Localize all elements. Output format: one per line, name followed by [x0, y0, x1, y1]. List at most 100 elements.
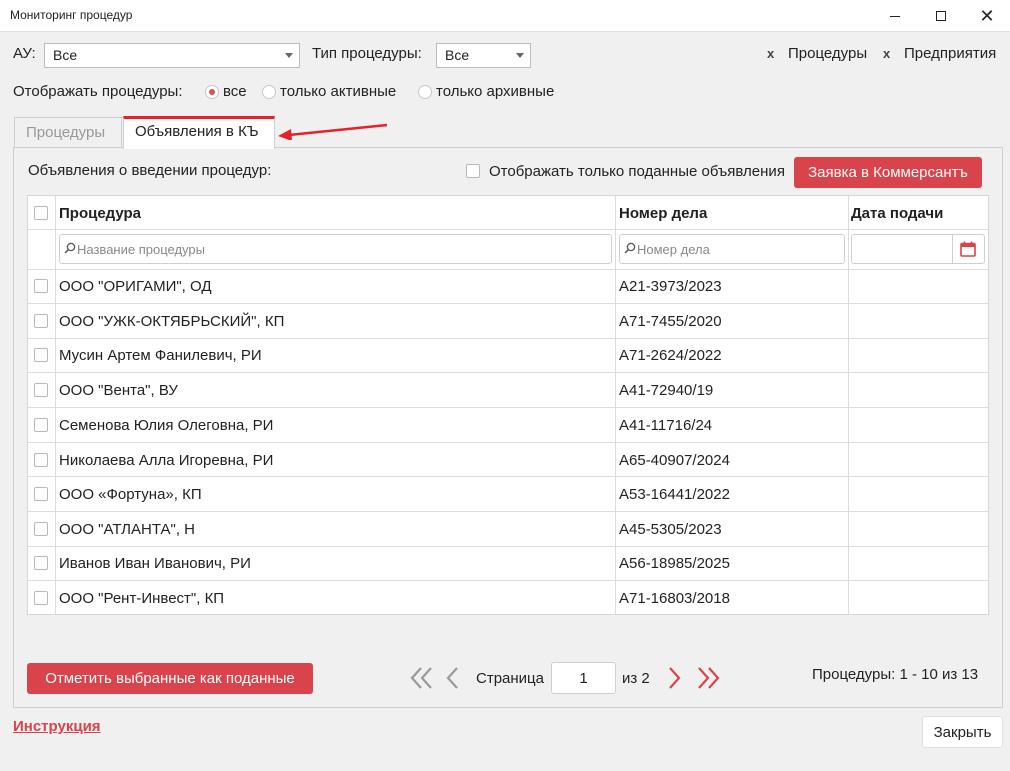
- case-number-cell: А21-3973/2023: [619, 278, 722, 295]
- row-divider: [28, 546, 988, 547]
- row-divider: [28, 407, 988, 408]
- maximize-button[interactable]: [918, 0, 964, 32]
- row-checkbox[interactable]: [34, 418, 48, 432]
- case-number-cell: А71-16803/2018: [619, 590, 730, 607]
- minimize-button[interactable]: [872, 0, 918, 32]
- header-divider: [28, 229, 988, 230]
- radio-archive-only-label[interactable]: только архивные: [436, 83, 554, 100]
- procedure-cell: ООО "Вента", ВУ: [59, 382, 178, 399]
- column-header-submit-date[interactable]: Дата подачи: [851, 205, 943, 222]
- column-divider: [848, 196, 849, 615]
- case-number-cell: А71-2624/2022: [619, 347, 722, 364]
- row-checkbox[interactable]: [34, 522, 48, 536]
- procedure-cell: ООО "ОРИГАМИ", ОД: [59, 278, 212, 295]
- search-icon: [64, 242, 76, 254]
- page-label: Страница: [476, 670, 544, 687]
- radio-archive-only[interactable]: [418, 85, 432, 99]
- first-page-icon[interactable]: [410, 665, 434, 691]
- row-divider: [28, 338, 988, 339]
- case-number-cell: А65-40907/2024: [619, 452, 730, 469]
- case-number-cell: А71-7455/2020: [619, 313, 722, 330]
- enterprises-filter-chip[interactable]: Предприятия: [904, 45, 996, 62]
- radio-all-label[interactable]: все: [223, 83, 247, 100]
- remove-enterprises-filter-icon[interactable]: x: [883, 46, 890, 61]
- row-checkbox[interactable]: [34, 556, 48, 570]
- only-submitted-checkbox[interactable]: [466, 164, 480, 178]
- procedure-cell: Мусин Артем Фанилевич, РИ: [59, 347, 262, 364]
- procedure-cell: ООО "Рент-Инвест", КП: [59, 590, 225, 607]
- kommersant-request-button[interactable]: Заявка в Коммерсантъ: [794, 157, 982, 188]
- row-checkbox[interactable]: [34, 383, 48, 397]
- records-summary: Процедуры: 1 - 10 из 13: [812, 666, 979, 683]
- instruction-link[interactable]: Инструкция: [13, 718, 101, 735]
- au-select[interactable]: Все: [44, 43, 300, 68]
- window-title: Мониторинг процедур: [10, 8, 133, 22]
- only-submitted-label[interactable]: Отображать только поданные объявления: [489, 163, 785, 180]
- column-divider: [615, 196, 616, 615]
- mark-submitted-button[interactable]: Отметить выбранные как поданные: [27, 663, 313, 694]
- chevron-down-icon: [285, 53, 293, 58]
- case-number-cell: А41-72940/19: [619, 382, 714, 399]
- row-checkbox[interactable]: [34, 487, 48, 501]
- window-titlebar: Мониторинг процедур ✕: [0, 0, 1010, 32]
- row-divider: [28, 372, 988, 373]
- row-checkbox[interactable]: [34, 314, 48, 328]
- column-header-case-number[interactable]: Номер дела: [619, 205, 707, 222]
- row-divider: [28, 303, 988, 304]
- announcements-table: Процедура Номер дела Дата подачи Названи…: [27, 195, 989, 615]
- procedure-type-select[interactable]: Все: [436, 43, 531, 68]
- procedure-filter-placeholder: Название процедуры: [77, 242, 205, 257]
- row-divider: [28, 511, 988, 512]
- minimize-icon: [890, 15, 900, 17]
- submit-date-filter-input[interactable]: [851, 234, 985, 264]
- next-page-icon[interactable]: [667, 665, 681, 691]
- chevron-down-icon: [516, 53, 524, 58]
- row-divider: [28, 476, 988, 477]
- row-checkbox[interactable]: [34, 348, 48, 362]
- case-number-cell: А56-18985/2025: [619, 555, 730, 572]
- procedure-cell: Иванов Иван Иванович, РИ: [59, 555, 251, 572]
- annotation-arrow-icon: [278, 123, 388, 140]
- au-label: АУ:: [13, 45, 36, 62]
- filter-row-divider: [28, 269, 988, 270]
- announcements-heading: Объявления о введении процедур:: [28, 162, 272, 179]
- case-number-cell: А53-16441/2022: [619, 486, 730, 503]
- search-icon: [624, 242, 636, 254]
- procedure-filter-input[interactable]: Название процедуры: [59, 234, 612, 264]
- au-select-value: Все: [53, 47, 78, 63]
- case-number-cell: А45-5305/2023: [619, 521, 722, 538]
- page-number-input[interactable]: 1: [551, 662, 616, 694]
- radio-all[interactable]: [205, 85, 219, 99]
- column-header-procedure[interactable]: Процедура: [59, 205, 141, 222]
- radio-active-only-label[interactable]: только активные: [280, 83, 396, 100]
- row-checkbox[interactable]: [34, 453, 48, 467]
- procedure-type-label: Тип процедуры:: [312, 45, 422, 62]
- row-divider: [28, 442, 988, 443]
- row-checkbox[interactable]: [34, 279, 48, 293]
- remove-procedures-filter-icon[interactable]: x: [767, 46, 774, 61]
- procedure-cell: ООО «Фортуна», КП: [59, 486, 202, 503]
- row-divider: [28, 580, 988, 581]
- select-all-checkbox[interactable]: [34, 206, 48, 220]
- calendar-icon[interactable]: [960, 241, 976, 257]
- case-number-cell: А41-11716/24: [619, 417, 713, 434]
- page-of-label: из 2: [622, 670, 650, 687]
- column-divider: [55, 196, 56, 615]
- procedure-cell: Семенова Юлия Олеговна, РИ: [59, 417, 274, 434]
- close-icon: ✕: [979, 5, 995, 26]
- last-page-icon[interactable]: [696, 665, 720, 691]
- tab-kommersant-announcements[interactable]: Объявления в КЪ: [123, 116, 275, 149]
- maximize-icon: [936, 11, 946, 21]
- radio-active-only[interactable]: [262, 85, 276, 99]
- previous-page-icon[interactable]: [446, 665, 460, 691]
- case-number-filter-placeholder: Номер дела: [637, 242, 710, 257]
- procedure-cell: ООО "УЖК-ОКТЯБРЬСКИЙ", КП: [59, 313, 285, 330]
- procedure-cell: Николаева Алла Игоревна, РИ: [59, 452, 274, 469]
- close-button[interactable]: Закрыть: [922, 716, 1003, 748]
- tab-procedures[interactable]: Процедуры: [14, 117, 122, 149]
- procedure-cell: ООО "АТЛАНТА", Н: [59, 521, 196, 538]
- case-number-filter-input[interactable]: Номер дела: [619, 234, 845, 264]
- row-checkbox[interactable]: [34, 591, 48, 605]
- close-window-button[interactable]: ✕: [964, 0, 1010, 32]
- procedures-filter-chip[interactable]: Процедуры: [788, 45, 867, 62]
